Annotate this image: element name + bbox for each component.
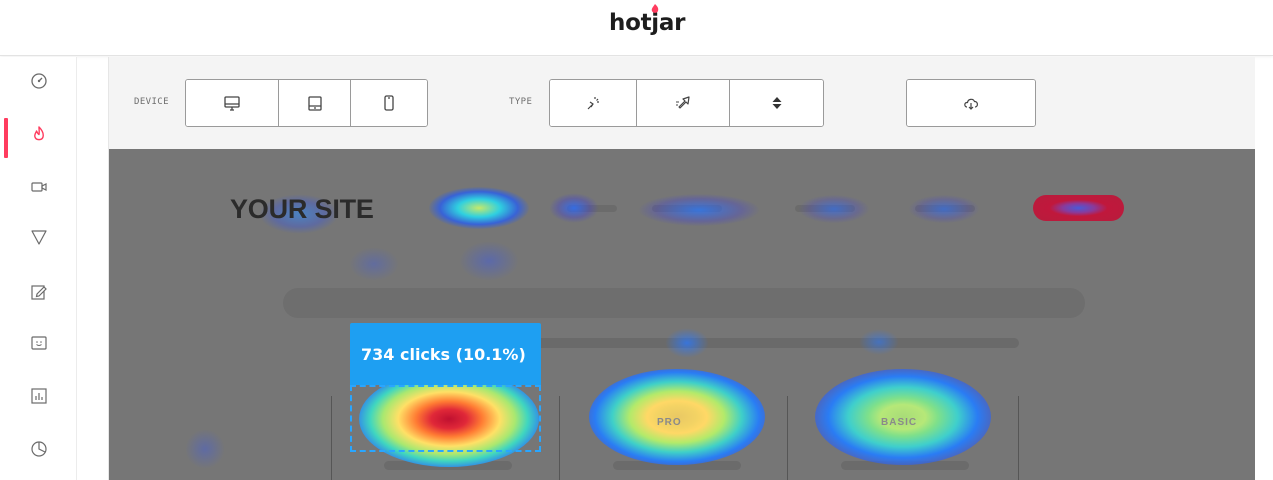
sidebar-item-forms[interactable]	[0, 272, 77, 312]
heatmap-canvas[interactable]: YOUR SITE PRO BASIC 734 clicks (10.1%)	[109, 149, 1255, 480]
funnels-icon	[30, 230, 47, 245]
click-count-tooltip: 734 clicks (10.1%)	[350, 323, 541, 385]
type-label: TYPE	[509, 97, 533, 107]
top-header: hotjar	[0, 0, 1273, 56]
type-scroll-button[interactable]	[730, 80, 823, 126]
search-bar-placeholder	[283, 288, 1085, 318]
dashboard-gauge-icon	[30, 73, 47, 89]
click-icon	[587, 97, 599, 110]
basic-plan-label: BASIC	[881, 417, 918, 428]
heatmap-toolbar: DEVICE TYPE	[109, 57, 1255, 149]
sidebar	[0, 57, 77, 480]
device-tablet-button[interactable]	[279, 80, 351, 126]
hotjar-logo[interactable]: hotjar	[609, 10, 685, 36]
card-divider	[787, 396, 788, 480]
card-divider	[331, 396, 332, 480]
card-divider	[1018, 396, 1019, 480]
heat-spot-subtitle	[859, 329, 899, 355]
heat-spot-nav-1	[429, 187, 529, 229]
type-move-button[interactable]	[637, 80, 730, 126]
sidebar-item-reports[interactable]	[0, 376, 77, 416]
heat-spot-nav-2	[549, 193, 599, 223]
move-icon	[676, 96, 690, 109]
selected-element-outline[interactable]	[350, 385, 541, 452]
site-title: YOUR SITE	[230, 194, 374, 224]
heat-spot-subtitle	[665, 328, 709, 358]
feedback-poll-icon	[30, 336, 47, 350]
scroll-icon	[772, 97, 781, 109]
pro-plan-label: PRO	[657, 417, 682, 428]
tablet-icon	[307, 96, 322, 111]
type-click-button[interactable]	[550, 80, 637, 126]
card-divider	[559, 396, 560, 480]
cta-button-heat	[1033, 195, 1124, 221]
sidebar-item-heatmaps[interactable]	[0, 114, 77, 158]
heat-spot-nav-3	[639, 194, 759, 226]
sidebar-item-polls[interactable]	[0, 323, 77, 363]
phone-icon	[384, 95, 394, 111]
forms-edit-icon	[30, 285, 47, 300]
device-selector	[185, 79, 428, 127]
analytics-pie-icon	[30, 441, 47, 457]
heat-spot-subnav	[459, 241, 519, 281]
heat-spot-subnav	[349, 247, 399, 281]
sidebar-item-analytics[interactable]	[0, 429, 77, 469]
download-group	[906, 79, 1036, 127]
download-cloud-icon	[964, 98, 978, 110]
heat-spot-nav-5	[909, 195, 979, 223]
sidebar-item-dashboard[interactable]	[0, 61, 77, 101]
heatmap-type-selector	[549, 79, 824, 127]
subtitle-bar-placeholder	[527, 338, 1019, 348]
reports-chart-icon	[30, 388, 47, 404]
heat-spot-left-edge	[185, 429, 225, 469]
heatmap-flame-icon	[33, 126, 44, 141]
heat-spot-nav-4	[799, 195, 869, 223]
sidebar-item-recordings[interactable]	[0, 167, 77, 207]
device-desktop-button[interactable]	[186, 80, 279, 126]
sidebar-item-funnels[interactable]	[0, 217, 77, 257]
logo-flame-icon	[651, 4, 659, 13]
recordings-camera-icon	[30, 182, 47, 192]
heatmap-panel: DEVICE TYPE YOUR SITE PRO BASIC 734 clic…	[108, 57, 1255, 480]
desktop-icon	[224, 96, 240, 111]
device-label: DEVICE	[134, 97, 169, 107]
device-phone-button[interactable]	[351, 80, 427, 126]
download-button[interactable]	[907, 80, 1035, 126]
